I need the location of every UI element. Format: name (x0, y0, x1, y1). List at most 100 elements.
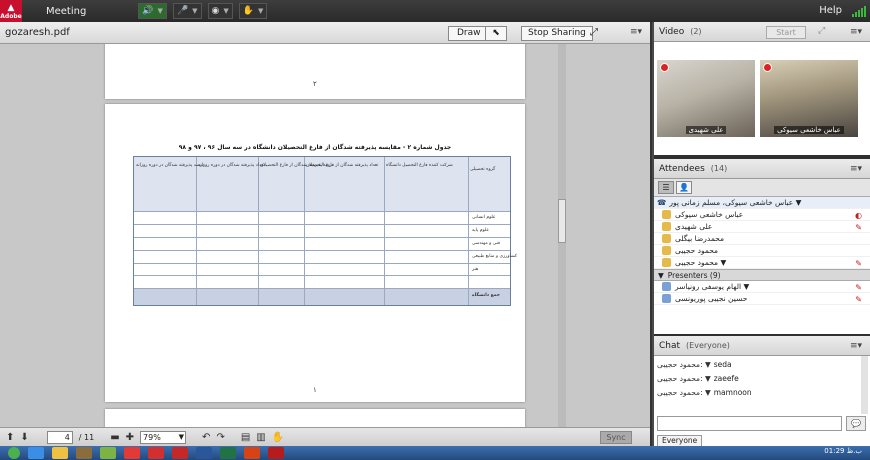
zoom-select[interactable]: 79% ▼ (140, 430, 187, 444)
chat-scope: (Everyone) (686, 341, 730, 350)
pointer-button[interactable]: ⬉ (485, 26, 507, 41)
list-view-icon[interactable]: ☰ (658, 181, 674, 194)
raise-hand-icon: ✋ (242, 6, 255, 16)
table-total-row (134, 288, 510, 305)
chat-pod-header: Chat (Everyone) ≡▾ (654, 336, 870, 356)
undo-icon[interactable]: ↶ (202, 432, 210, 443)
chevron-down-icon: ▼ (178, 432, 185, 441)
row-label: هنر (472, 267, 479, 272)
fullscreen-icon[interactable]: ⤢ (818, 26, 825, 36)
comparison-table: درصد پذیرفته شدگان در دوره روزانه تعداد … (133, 156, 517, 306)
participant-video[interactable]: عباس خاشعی سیوکی (760, 60, 858, 137)
pod-options-menu[interactable]: ≡▾ (850, 341, 862, 351)
meeting-menu[interactable]: Meeting (46, 6, 86, 17)
pod-options-menu[interactable]: ≡▾ (850, 27, 862, 37)
presenter-row[interactable]: حسین نجیبی پوریونسی ✎ (654, 293, 870, 305)
document-viewer[interactable]: ۲ جدول شماره ۲ - مقایسه پذیرفته شدگان از… (0, 44, 650, 427)
attendee-row[interactable]: محمود حجیبی (654, 245, 870, 257)
attendee-row[interactable]: محمدرضا بیگلی (654, 233, 870, 245)
attendee-row[interactable]: عباس خاشعی سیوکی ◐ (654, 209, 870, 221)
word-icon[interactable] (196, 447, 212, 459)
attendees-pod-header: Attendees (14) ≡▾ (654, 159, 870, 179)
row-label: کشاورزی و منابع طبیعی (472, 254, 518, 259)
table-caption: جدول شماره ۲ - مقایسه پذیرفته شدگان از ف… (178, 144, 452, 151)
chat-bubble-icon: 💬 (851, 419, 861, 428)
draw-button[interactable]: Draw (448, 26, 490, 41)
page-number-input[interactable]: 4 (46, 430, 73, 444)
redo-icon[interactable]: ↷ (216, 432, 224, 443)
help-menu[interactable]: Help (819, 5, 842, 16)
hand-tool-icon[interactable]: ✋ (272, 432, 284, 443)
raise-hand-button[interactable]: ✋ ▼ (238, 3, 268, 19)
stop-sharing-button[interactable]: Stop Sharing (521, 26, 593, 41)
zoom-out-icon[interactable]: ▬ (110, 432, 119, 443)
page-up-icon[interactable]: ⬆ (6, 432, 14, 443)
folder-icon[interactable] (52, 447, 68, 459)
app-icon[interactable] (172, 447, 188, 459)
chat-input[interactable] (657, 416, 842, 431)
attendee-row-host[interactable]: ☎ عباس خاشعی سیوکی، مسلم زمانی پور ▼ (654, 197, 870, 209)
start-webcam-button[interactable]: Start (766, 26, 806, 39)
app-icon[interactable] (100, 447, 116, 459)
microphone-icon: 🎤 (176, 6, 189, 16)
chevron-down-icon: ▼ (258, 7, 264, 15)
fit-page-icon[interactable]: ▤ (241, 432, 250, 443)
page-down-icon[interactable]: ⬇ (20, 432, 28, 443)
powerpoint-icon[interactable] (244, 447, 260, 459)
media-icon[interactable] (76, 447, 92, 459)
record-icon (763, 63, 772, 72)
status-view-icon[interactable]: 👤 (676, 181, 692, 194)
connection-status-icon (852, 6, 866, 17)
browser-icon[interactable] (28, 447, 44, 459)
chat-scrollbar[interactable] (861, 356, 868, 414)
header-group-label: تعداد پذیرفته شدگان در دوره روزانه (198, 163, 265, 168)
video-feeds: علی شهیدی عباس خاشعی سیوکی (654, 42, 870, 155)
scrollbar-thumb[interactable] (558, 199, 566, 243)
attendee-row[interactable]: محمود حجیبی ▼ ✎ (654, 257, 870, 269)
video-pod: Video (2) Start ⤢ ≡▾ علی شهیدی عباس خاشع… (654, 22, 870, 155)
attendee-row[interactable]: علی شهیدی ✎ (654, 221, 870, 233)
user-icon (662, 294, 671, 303)
participant-video[interactable]: علی شهیدی (657, 60, 755, 137)
row-label: علوم پایه (472, 228, 490, 233)
speaker-button[interactable]: 🔊 ▼ (138, 3, 167, 19)
send-message-button[interactable]: 💬 (846, 416, 866, 431)
start-button-icon[interactable] (8, 447, 20, 459)
clock[interactable]: 01:29 ب.ظ (824, 447, 862, 455)
presenter-row[interactable]: الهام یوسفی رونیاسر ▼ ✎ (654, 281, 870, 293)
sync-button[interactable]: Sync (600, 431, 632, 444)
row-label: علوم انسانی (472, 215, 496, 220)
header-group-label: درصد پذیرفته شدگان در دوره روزانه (136, 163, 205, 168)
microphone-button[interactable]: 🎤 ▼ (172, 3, 202, 19)
attendees-title: Attendees (659, 163, 705, 174)
user-icon (662, 246, 671, 255)
pointer-icon: ⬉ (492, 28, 500, 38)
chevron-down-icon: ▼ (157, 7, 163, 15)
document-title: gozaresh.pdf (5, 27, 70, 38)
attendee-list: ☎ عباس خاشعی سیوکی، مسلم زمانی پور ▼ عبا… (654, 197, 870, 305)
microphone-status-icon: ✎ (855, 283, 862, 292)
speaker-icon: 🔊 (142, 6, 154, 16)
acrobat-icon[interactable] (148, 447, 164, 459)
attendee-count: (14) (710, 164, 728, 173)
header-group-label: شرکت کننده فارغ التحصیل دانشگاه (386, 163, 453, 168)
video-pod-header: Video (2) Start ⤢ ≡▾ (654, 22, 870, 42)
zoom-in-icon[interactable]: ✚ (126, 432, 134, 443)
chrome-icon[interactable] (124, 447, 140, 459)
chat-messages: محمود حجیبی: ▼ seda محمود حجیبی: ▼ zaeefe … (654, 356, 860, 412)
fit-width-icon[interactable]: ▥ (256, 432, 265, 443)
pod-options-menu[interactable]: ≡▾ (850, 164, 862, 174)
fullscreen-icon[interactable]: ⤢ (590, 27, 598, 38)
webcam-button[interactable]: ◉ ▼ (207, 3, 233, 19)
meeting-menubar: ▲ Adobe Meeting 🔊 ▼ 🎤 ▼ ◉ ▼ ✋ ▼ Help (0, 0, 870, 22)
excel-icon[interactable] (220, 447, 236, 459)
adobe-connect-icon[interactable] (268, 447, 284, 459)
document-scrollbar[interactable] (558, 44, 566, 427)
page-number: ۲ (313, 80, 317, 88)
presenters-section-header[interactable]: ▼ Presenters (9) (654, 269, 870, 281)
page-number: ۱ (313, 386, 317, 394)
user-icon (662, 234, 671, 243)
pod-options-menu[interactable]: ≡▾ (630, 27, 642, 37)
header-group-label: تعداد پذیرفته شدگان از فارغ التحصیلان (306, 163, 379, 168)
webcam-status-icon: ◐ (855, 211, 862, 220)
